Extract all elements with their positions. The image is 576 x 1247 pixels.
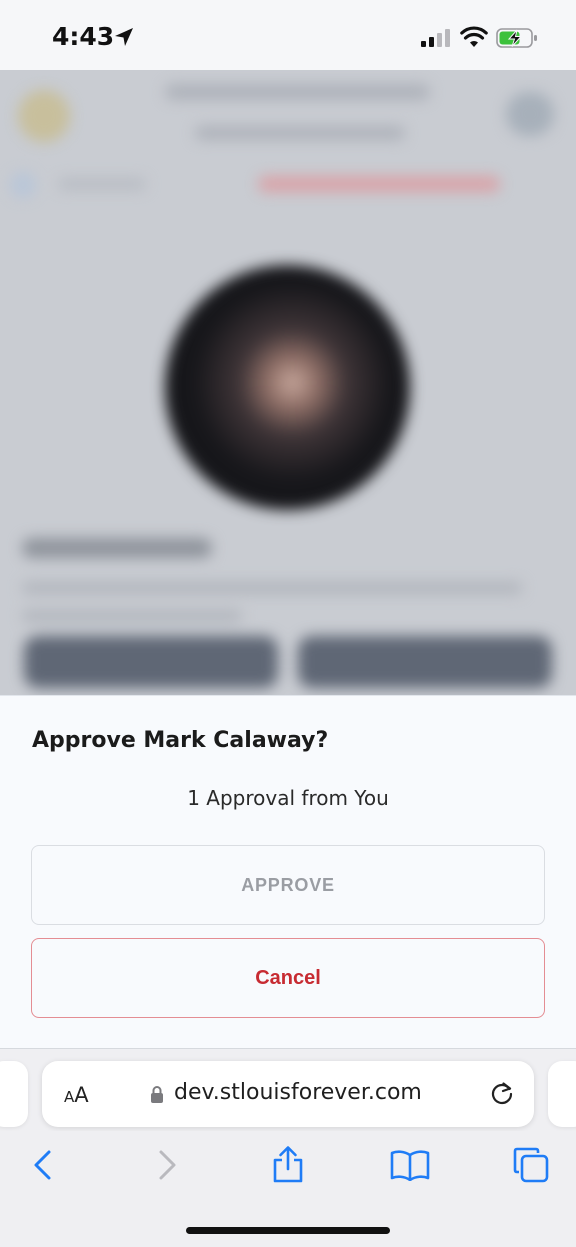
background-profile-text [22, 582, 522, 594]
browser-toolbar [0, 1131, 576, 1247]
background-logo [18, 90, 70, 142]
bookmarks-icon[interactable] [390, 1149, 430, 1181]
background-header-subtitle [195, 126, 405, 140]
background-profile-text [22, 610, 242, 622]
reload-icon[interactable] [489, 1081, 515, 1107]
location-arrow-icon [115, 28, 133, 46]
approval-count-text: 1 Approval from You [187, 786, 389, 810]
address-bar-area: AA dev.stlouisforever.com [0, 1049, 576, 1131]
wifi-icon [460, 26, 488, 47]
background-profile-avatar [165, 265, 410, 510]
approve-dialog-sheet: Approve Mark Calaway? 1 Approval from Yo… [0, 695, 576, 1049]
status-bar: 4:43 [0, 0, 576, 70]
address-bar[interactable]: AA dev.stlouisforever.com [42, 1061, 534, 1127]
status-time: 4:43 [52, 22, 115, 51]
next-tab-preview[interactable] [548, 1061, 576, 1127]
reader-settings-button[interactable]: AA [64, 1083, 89, 1107]
background-header-title [165, 84, 430, 100]
background-action-button [298, 636, 552, 688]
battery-charging-icon [496, 28, 537, 48]
home-indicator[interactable] [186, 1227, 390, 1234]
background-profile-name [22, 538, 212, 558]
share-icon[interactable] [270, 1145, 306, 1183]
reader-small-a: A [64, 1088, 75, 1106]
background-back-icon [10, 172, 36, 198]
dialog-title: Approve Mark Calaway? [32, 728, 329, 753]
background-red-link [258, 176, 500, 192]
address-url[interactable]: dev.stlouisforever.com [174, 1080, 422, 1105]
cancel-button[interactable]: Cancel [31, 938, 545, 1018]
background-menu-button [506, 92, 554, 136]
back-icon[interactable] [30, 1149, 56, 1181]
background-back-link [58, 178, 146, 190]
background-action-button [24, 636, 278, 688]
approve-button[interactable]: APPROVE [31, 845, 545, 925]
tabs-icon[interactable] [513, 1147, 549, 1183]
previous-tab-preview[interactable] [0, 1061, 28, 1127]
forward-icon[interactable] [154, 1149, 180, 1181]
cellular-signal-icon [421, 29, 450, 47]
reader-big-a: A [74, 1083, 89, 1107]
lock-icon [151, 1086, 163, 1103]
blurred-background-page [0, 70, 576, 695]
